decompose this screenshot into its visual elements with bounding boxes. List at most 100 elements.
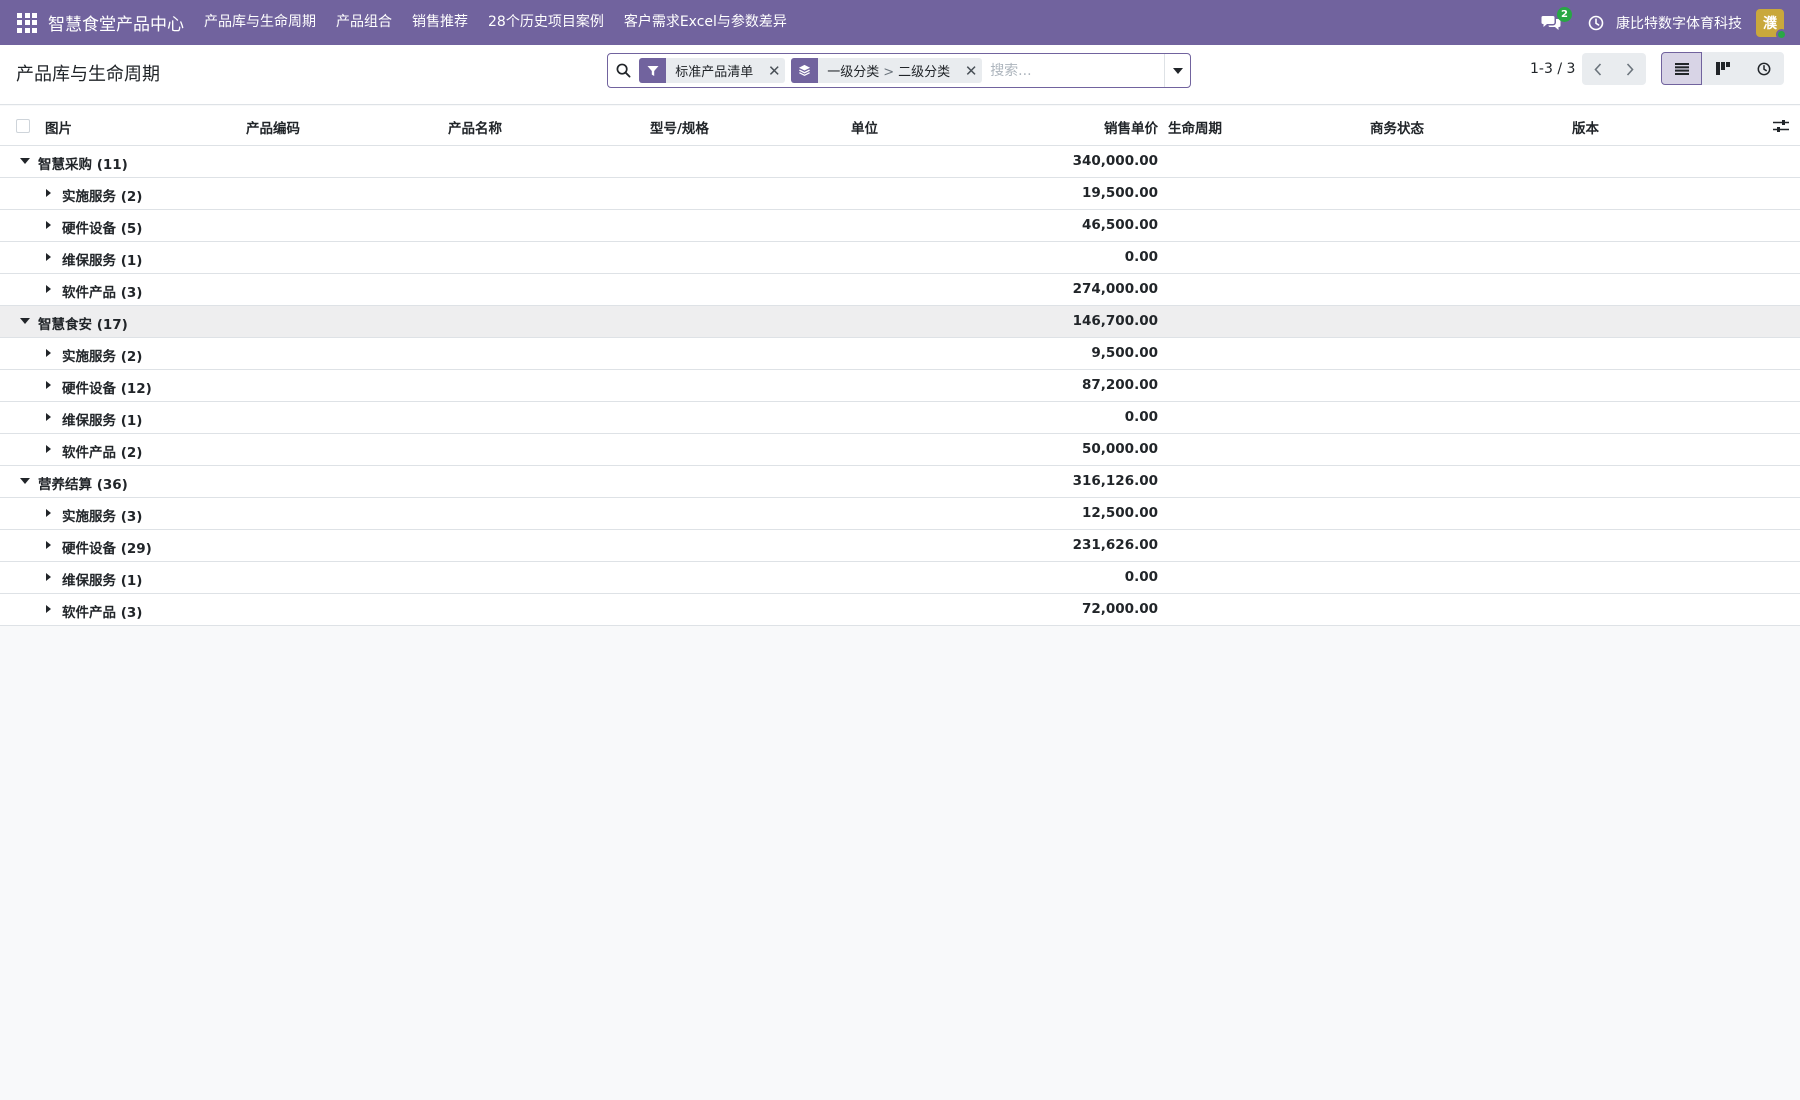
menu-item-product-lifecycle[interactable]: 产品库与生命周期 [194,0,326,45]
app-brand[interactable]: 智慧食堂产品中心 [48,10,184,35]
subgroup-label: 维保服务 (1) [62,253,143,269]
online-status-dot [1776,28,1787,40]
subgroup-row[interactable]: 实施服务 (3) 12,500.00 [0,498,1800,530]
caret-right-icon [46,189,51,197]
group-price-total: 316,126.00 [1072,473,1158,489]
caret-right-icon [46,285,51,293]
optional-columns-icon[interactable] [1772,118,1790,134]
subgroup-row[interactable]: 软件产品 (3) 274,000.00 [0,274,1800,306]
group-row[interactable]: 智慧食安 (17) 146,700.00 [0,306,1800,338]
subgroup-row[interactable]: 维保服务 (1) 0.00 [0,402,1800,434]
search-icon[interactable] [608,54,639,87]
remove-groupby-facet-icon[interactable]: ✕ [960,58,982,83]
app-grid-icon[interactable] [16,12,38,34]
column-header-product-code[interactable]: 产品编码 [246,117,300,137]
column-header-model-spec[interactable]: 型号/规格 [650,117,709,137]
groupby-level-2: 二级分类 [898,65,951,80]
remove-filter-facet-icon[interactable]: ✕ [763,58,785,83]
pager-next-button[interactable] [1614,53,1646,85]
chevron-right-icon [1626,62,1634,76]
avatar-letter: 濮 [1763,15,1777,32]
caret-right-icon [46,253,51,261]
filter-icon [639,58,667,83]
activity-clock-icon[interactable] [1586,13,1606,33]
subgroup-row[interactable]: 维保服务 (1) 0.00 [0,562,1800,594]
subgroup-price-total: 274,000.00 [1072,281,1158,297]
pager-value[interactable]: 1-3 / 3 [1530,61,1575,77]
page-title: 产品库与生命周期 [16,64,160,85]
subgroup-row[interactable]: 实施服务 (2) 9,500.00 [0,338,1800,370]
group-row[interactable]: 智慧采购 (11) 340,000.00 [0,146,1800,178]
subgroup-price-total: 87,200.00 [1081,377,1158,393]
subgroup-row[interactable]: 软件产品 (2) 50,000.00 [0,434,1800,466]
caret-right-icon [46,381,51,389]
column-header-product-name[interactable]: 产品名称 [448,117,502,137]
menu-item-project-cases[interactable]: 28个历史项目案例 [478,0,614,45]
select-all-checkbox[interactable] [16,119,30,133]
subgroup-row[interactable]: 硬件设备 (29) 231,626.00 [0,530,1800,562]
search-bar: 标准产品清单 ✕ 一级分类 > 二级分类 ✕ [607,53,1191,88]
clock-icon [1757,62,1770,75]
subgroup-price-total: 50,000.00 [1081,441,1158,457]
caret-down-icon [1172,67,1183,74]
caret-down-icon [20,158,30,164]
filter-facet-label: 标准产品清单 [675,65,754,80]
subgroup-label: 硬件设备 (12) [62,381,152,397]
subgroup-row[interactable]: 实施服务 (2) 19,500.00 [0,178,1800,210]
group-price-total: 340,000.00 [1072,153,1158,169]
caret-right-icon [46,221,51,229]
menu-item-product-portfolio[interactable]: 产品组合 [326,0,402,45]
list-view-icon [1674,62,1689,75]
column-header-version[interactable]: 版本 [1572,117,1599,137]
subgroup-label: 实施服务 (3) [62,509,143,525]
caret-right-icon [46,541,51,549]
caret-right-icon [46,573,51,581]
column-header-sale-price[interactable]: 销售单价 [1104,117,1158,137]
column-header-image[interactable]: 图片 [45,117,72,137]
subgroup-label: 实施服务 (2) [62,349,143,365]
groupby-separator: > [883,65,895,80]
subgroup-label: 硬件设备 (29) [62,541,152,557]
caret-down-icon [20,318,30,324]
caret-right-icon [46,413,51,421]
subgroup-price-total: 9,500.00 [1091,345,1158,361]
company-switcher[interactable]: 康比特数字体育科技 [1616,13,1742,33]
subgroup-price-total: 46,500.00 [1081,217,1158,233]
subgroup-price-total: 0.00 [1124,249,1158,265]
menu-item-customer-requirements[interactable]: 客户需求Excel与参数差异 [614,0,797,45]
group-price-total: 146,700.00 [1072,313,1158,329]
subgroup-price-total: 0.00 [1124,409,1158,425]
column-header-unit[interactable]: 单位 [851,117,878,137]
pager-previous-button[interactable] [1582,53,1614,85]
messages-icon[interactable]: 2 [1538,6,1572,36]
filter-facet: 标准产品清单 ✕ [639,58,786,83]
table-header: 图片 产品编码 产品名称 型号/规格 单位 销售单价 生命周期 商务状态 版本 [0,106,1800,146]
caret-right-icon [46,509,51,517]
kanban-view-button[interactable] [1702,52,1743,85]
subgroup-row[interactable]: 维保服务 (1) 0.00 [0,242,1800,274]
search-input[interactable] [988,55,1165,86]
search-options-toggle[interactable] [1164,54,1190,87]
subgroup-row[interactable]: 软件产品 (3) 72,000.00 [0,594,1800,626]
column-header-lifecycle[interactable]: 生命周期 [1168,117,1222,137]
column-header-business-status[interactable]: 商务状态 [1370,117,1424,137]
group-label: 营养结算 (36) [38,477,128,493]
user-avatar[interactable]: 濮 [1756,8,1787,40]
subgroup-label: 硬件设备 (5) [62,221,143,237]
subgroup-price-total: 19,500.00 [1081,185,1158,201]
caret-down-icon [20,478,30,484]
main-menu: 产品库与生命周期 产品组合 销售推荐 28个历史项目案例 客户需求Excel与参… [194,0,797,45]
menu-item-sales-recommendation[interactable]: 销售推荐 [402,0,478,45]
list-view-button[interactable] [1661,52,1702,85]
subgroup-label: 软件产品 (3) [62,605,143,621]
subgroup-row[interactable]: 硬件设备 (12) 87,200.00 [0,370,1800,402]
control-panel: 产品库与生命周期 标准产品清单 ✕ 一级分类 > 二级分类 ✕ 搜索... 1-… [0,45,1800,105]
subgroup-row[interactable]: 硬件设备 (5) 46,500.00 [0,210,1800,242]
groupby-facet: 一级分类 > 二级分类 ✕ [791,58,983,83]
subgroup-label: 软件产品 (3) [62,285,143,301]
group-row[interactable]: 营养结算 (36) 316,126.00 [0,466,1800,498]
group-by-icon [791,58,819,83]
activity-view-button[interactable] [1743,52,1784,85]
top-navbar: 智慧食堂产品中心 产品库与生命周期 产品组合 销售推荐 28个历史项目案例 客户… [0,0,1800,45]
chevron-left-icon [1594,62,1602,76]
